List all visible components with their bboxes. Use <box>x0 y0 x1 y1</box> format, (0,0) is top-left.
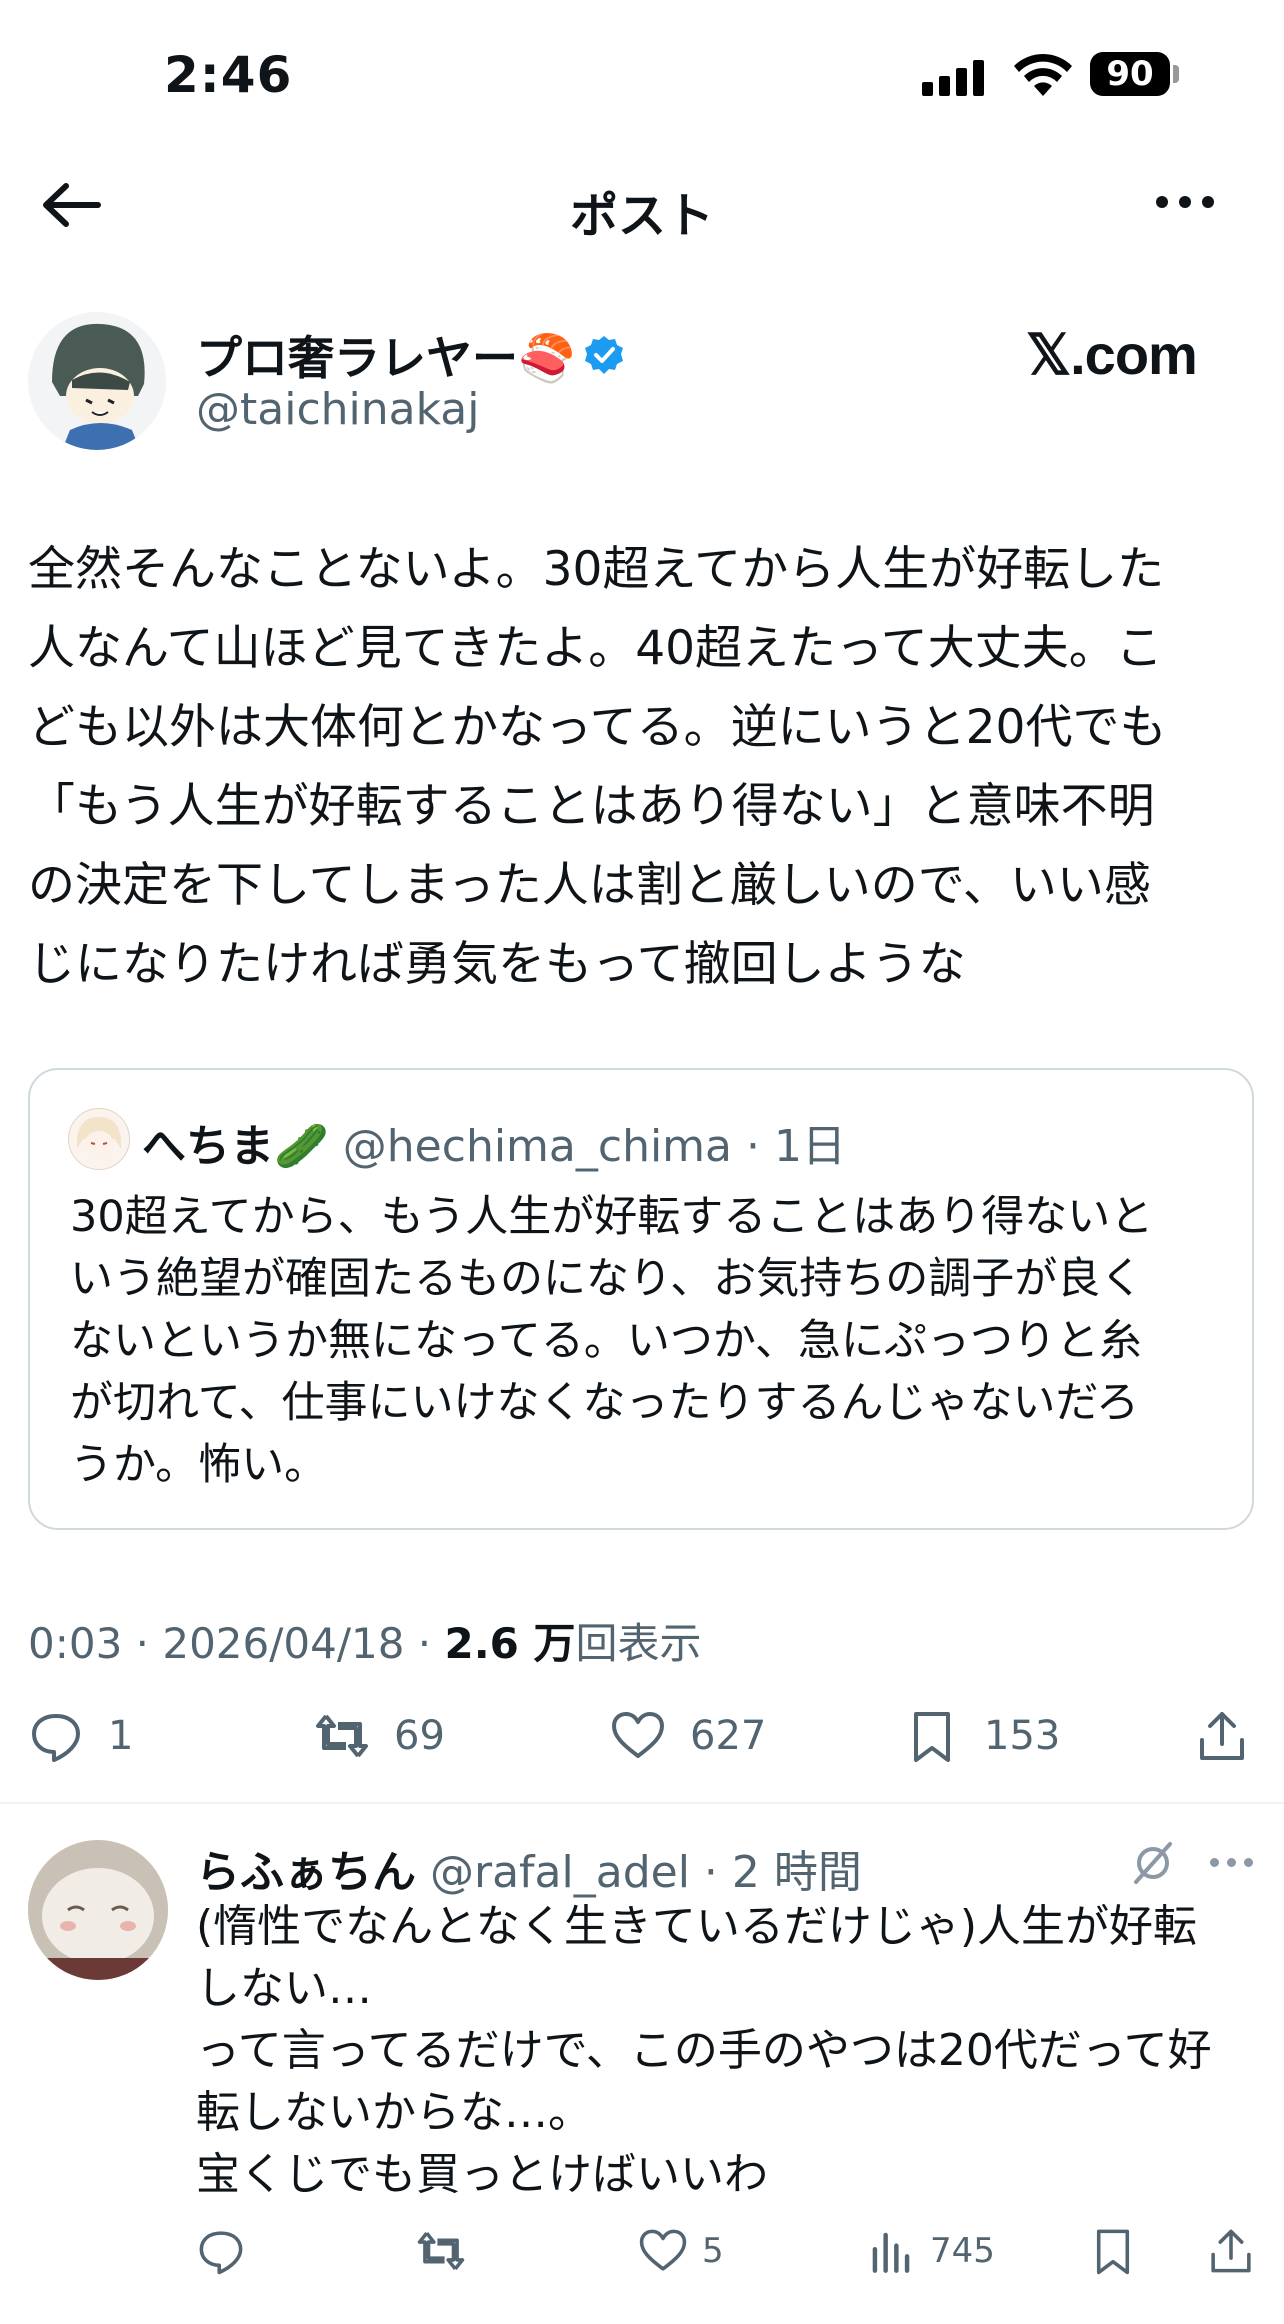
bookmark-icon <box>1096 2229 1130 2275</box>
like-button[interactable]: 627 <box>610 1708 766 1764</box>
author-name[interactable]: プロ奢ラレヤー🍣 <box>196 322 625 388</box>
reply-view-count: 745 <box>930 2231 995 2271</box>
battery-indicator: 90 <box>1090 52 1170 96</box>
reply-bookmark-button[interactable] <box>1088 2226 1138 2276</box>
author-handle[interactable]: @taichinakaj <box>196 384 480 435</box>
reply-author-name: らふぁちん <box>196 1847 416 1898</box>
reply-repost-button[interactable] <box>416 2226 466 2276</box>
quote-author-avatar <box>68 1108 130 1170</box>
battery-tip <box>1173 65 1179 83</box>
share-icon <box>1211 2229 1251 2273</box>
grok-icon[interactable] <box>1128 1838 1178 1888</box>
bookmark-button[interactable]: 153 <box>904 1708 1060 1764</box>
share-icon <box>1200 1712 1244 1760</box>
verified-badge-icon <box>585 336 624 374</box>
heart-icon <box>612 1712 664 1758</box>
reply-more-icon[interactable] <box>1210 1858 1253 1867</box>
post-meta: 0:03 · 2026/04/18 · 2.6 万回表示 <box>28 1610 702 1671</box>
share-button[interactable] <box>1194 1708 1250 1764</box>
reply-actions: 5 745 <box>196 2226 1256 2282</box>
wifi-icon <box>1014 53 1072 96</box>
reply-icon <box>199 2231 243 2275</box>
author-name-text: プロ奢ラレヤー🍣 <box>196 331 576 385</box>
quote-text: 30超えてから、もう人生が好転することはあり得ないと いう絶望が確固たるものにな… <box>70 1192 1154 1490</box>
reply-reply-button[interactable] <box>196 2226 246 2276</box>
divider <box>0 1802 1284 1804</box>
cellular-signal-icon <box>922 58 984 96</box>
bookmark-icon <box>914 1712 950 1762</box>
quote-author-name: へちま🥒 <box>142 1121 329 1172</box>
reply-like-count: 5 <box>702 2231 724 2271</box>
repost-count: 69 <box>394 1713 445 1759</box>
post-timestamp: 0:03 · 2026/04/18 · <box>28 1619 445 1668</box>
reply-like-button[interactable]: 5 <box>638 2226 724 2276</box>
post-text: 全然そんなことないよ。30超えてから人生が好転した 人なんて山ほど見てきたよ。4… <box>28 542 1167 992</box>
x-com-watermark: 𝕏.com <box>1026 323 1198 386</box>
reply-count: 1 <box>108 1713 134 1759</box>
bookmark-count: 153 <box>984 1713 1061 1759</box>
views-label: 回表示 <box>575 1619 702 1668</box>
reply-share-button[interactable] <box>1206 2226 1256 2276</box>
post-actions: 1 69 627 153 <box>28 1708 1256 1768</box>
quote-header: へちま🥒 @hechima_chima · 1日 <box>142 1110 846 1174</box>
repost-icon <box>417 2232 465 2270</box>
reply-button[interactable]: 1 <box>28 1708 133 1764</box>
view-count: 2.6 万 <box>444 1619 576 1668</box>
reply-author-avatar[interactable] <box>28 1840 168 1980</box>
reply-header: らふぁちん @rafal_adel · 2 時間 <box>196 1836 862 1900</box>
repost-icon <box>316 1714 368 1758</box>
author-avatar[interactable] <box>28 312 166 450</box>
analytics-icon <box>872 2232 910 2273</box>
like-count: 627 <box>690 1713 767 1759</box>
reply-text: (惰性でなんとなく生きているだけじゃ)人生が好転 しない… って言ってるだけで、… <box>196 1901 1212 2200</box>
reply-icon <box>32 1714 80 1762</box>
more-options-icon[interactable] <box>1156 196 1214 208</box>
repost-button[interactable]: 69 <box>314 1708 445 1764</box>
status-time: 2:46 <box>164 46 293 104</box>
reply-author-meta: @rafal_adel · 2 時間 <box>430 1847 862 1898</box>
quote-author-meta: @hechima_chima · 1日 <box>342 1121 846 1172</box>
reply-views-button[interactable]: 745 <box>866 2226 995 2276</box>
page-title: ポスト <box>569 188 714 244</box>
heart-icon <box>639 2229 687 2271</box>
